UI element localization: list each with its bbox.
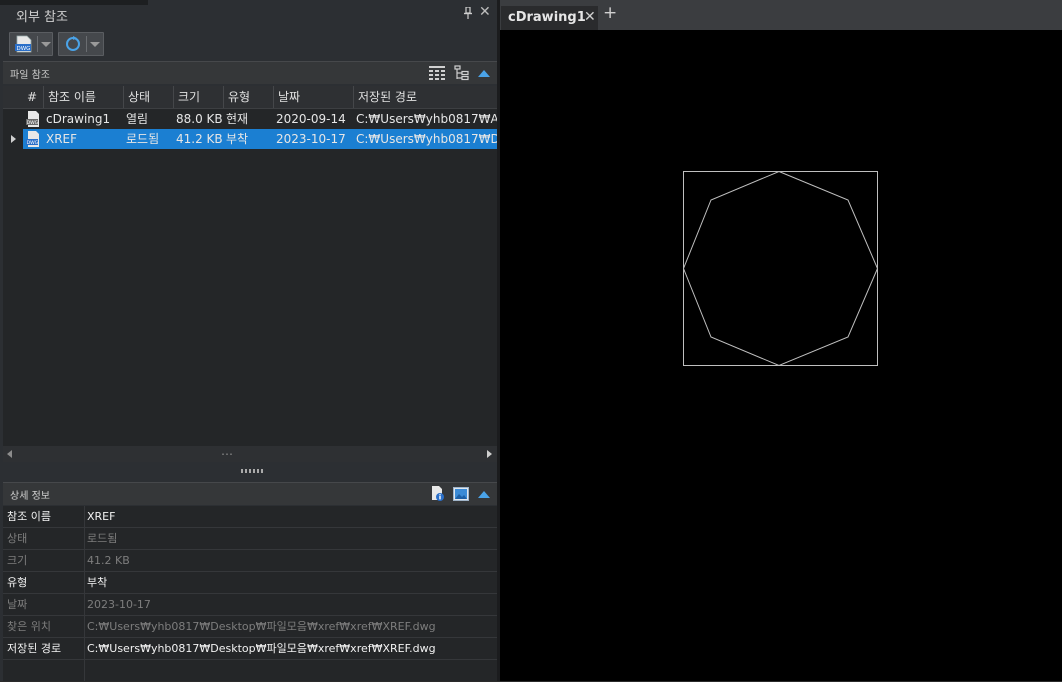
detail-value[interactable]: XREF <box>87 506 115 527</box>
cell-saved-path: C:₩Users₩yhb0817₩App <box>356 112 497 126</box>
svg-text:DWG: DWG <box>17 46 31 52</box>
refresh-dropdown-chevron-icon[interactable] <box>90 42 100 47</box>
collapse-details-icon[interactable] <box>478 491 490 498</box>
col-ref-name[interactable]: 참조 이름 <box>44 86 124 108</box>
file-refs-grid: # 참조 이름 상태 크기 유형 날짜 저장된 경로 DWG cDrawing1… <box>3 86 497 446</box>
splitter-grip-icon[interactable] <box>241 469 263 473</box>
table-row[interactable]: DWG cDrawing1 열림 88.0 KB 현재 2020-09-14 C… <box>3 109 497 129</box>
details-info-icon[interactable] <box>430 486 445 502</box>
horizontal-scrollbar[interactable]: … <box>3 444 497 462</box>
col-size[interactable]: 크기 <box>174 86 224 108</box>
col-saved-path[interactable]: 저장된 경로 <box>354 86 497 108</box>
file-refs-title: 파일 참조 <box>10 70 50 81</box>
cell-saved-path: C:₩Users₩yhb0817₩Des <box>356 132 497 146</box>
cell-size: 41.2 KB <box>176 132 223 146</box>
palette-title: 외부 참조 <box>16 10 68 25</box>
detail-value: 로드됨 <box>87 532 118 545</box>
dwg-file-icon: DWG <box>26 111 39 127</box>
cell-date: 2023-10-17 <box>276 132 346 146</box>
col-status[interactable]: 상태 <box>124 86 174 108</box>
list-view-icon[interactable] <box>429 66 445 80</box>
detail-key: 상태 <box>7 528 85 549</box>
detail-row[interactable]: 저장된 경로 C:₩Users₩yhb0817₩Desktop₩파일모음₩xre… <box>3 638 497 660</box>
detail-key: 찾은 위치 <box>7 616 85 637</box>
close-tab-icon[interactable]: ✕ <box>584 9 596 25</box>
svg-text:DWG: DWG <box>27 120 39 126</box>
detail-row: 날짜 2023-10-17 <box>3 594 497 616</box>
col-number[interactable]: # <box>23 86 44 108</box>
cell-type: 현재 <box>226 112 249 126</box>
panel-splitter[interactable] <box>3 462 497 480</box>
detail-value: 2023-10-17 <box>87 598 151 611</box>
detail-key: 크기 <box>7 550 85 571</box>
detail-key: 날짜 <box>7 594 85 615</box>
attach-dwg-button[interactable]: DWG <box>9 32 53 56</box>
cell-ref-name: XREF <box>46 132 78 146</box>
details-grid: 참조 이름 XREF 상태 로드됨 크기 41.2 KB 유형 부착 날짜 20… <box>3 506 497 681</box>
details-title: 상세 정보 <box>10 491 50 502</box>
details-header: 상세 정보 <box>3 482 497 505</box>
detail-row: 찾은 위치 C:₩Users₩yhb0817₩Desktop₩파일모음₩xref… <box>3 616 497 638</box>
cell-status: 로드됨 <box>126 132 160 146</box>
detail-key: 저장된 경로 <box>7 638 85 659</box>
detail-row: 상태 로드됨 <box>3 528 497 550</box>
detail-value[interactable]: C:₩Users₩yhb0817₩Desktop₩파일모음₩xref₩xref₩… <box>87 638 436 659</box>
cell-type: 부착 <box>226 132 249 146</box>
refresh-icon <box>66 36 80 51</box>
pin-icon[interactable] <box>463 6 473 22</box>
new-tab-plus-icon[interactable]: + <box>603 3 617 23</box>
xref-octagon[interactable] <box>682 170 879 367</box>
scroll-left-icon[interactable] <box>7 450 12 458</box>
xref-palette: 외부 참조 ✕ DWG 파일 참조 # 참조 이름 상태 크기 유형 날짜 저장… <box>0 0 499 681</box>
detail-key: 유형 <box>7 572 85 593</box>
detail-value: 41.2 KB <box>87 554 130 567</box>
detail-value: C:₩Users₩yhb0817₩Desktop₩파일모음₩xref₩xref₩… <box>87 620 436 633</box>
drawing-canvas[interactable] <box>500 30 1062 681</box>
dwg-attach-icon: DWG <box>15 35 32 53</box>
tab-cdrawing1[interactable]: cDrawing1 ✕ <box>501 6 598 30</box>
scroll-right-icon[interactable] <box>487 450 492 458</box>
file-refs-header: 파일 참조 <box>3 61 497 84</box>
detail-value[interactable]: 부착 <box>87 572 107 593</box>
scroll-thumb-grip[interactable]: … <box>221 444 233 458</box>
cell-ref-name: cDrawing1 <box>46 112 111 126</box>
palette-top-strip <box>0 0 148 5</box>
current-row-arrow-icon <box>11 135 16 143</box>
detail-row: 크기 41.2 KB <box>3 550 497 572</box>
refresh-button[interactable] <box>58 32 104 56</box>
preview-icon[interactable] <box>453 487 469 501</box>
tab-label: cDrawing1 <box>508 10 586 25</box>
drawing-svg <box>682 170 879 367</box>
cell-status: 열림 <box>126 112 149 126</box>
cell-size: 88.0 KB <box>176 112 223 126</box>
col-date[interactable]: 날짜 <box>274 86 354 108</box>
grid-header: # 참조 이름 상태 크기 유형 날짜 저장된 경로 <box>3 86 497 109</box>
detail-row[interactable]: 참조 이름 XREF <box>3 506 497 528</box>
detail-row <box>3 660 497 682</box>
table-row-selected[interactable]: DWG XREF 로드됨 41.2 KB 부착 2023-10-17 C:₩Us… <box>3 129 497 149</box>
cell-date: 2020-09-14 <box>276 112 346 126</box>
col-type[interactable]: 유형 <box>224 86 274 108</box>
dwg-file-icon: DWG <box>26 131 39 147</box>
detail-key <box>7 660 85 681</box>
detail-row[interactable]: 유형 부착 <box>3 572 497 594</box>
collapse-file-refs-icon[interactable] <box>478 70 490 77</box>
attach-dropdown-chevron-icon[interactable] <box>41 42 51 47</box>
tree-view-icon[interactable] <box>454 65 469 81</box>
svg-text:DWG: DWG <box>27 140 39 146</box>
close-palette-icon[interactable]: ✕ <box>479 4 491 20</box>
detail-key: 참조 이름 <box>7 506 85 527</box>
